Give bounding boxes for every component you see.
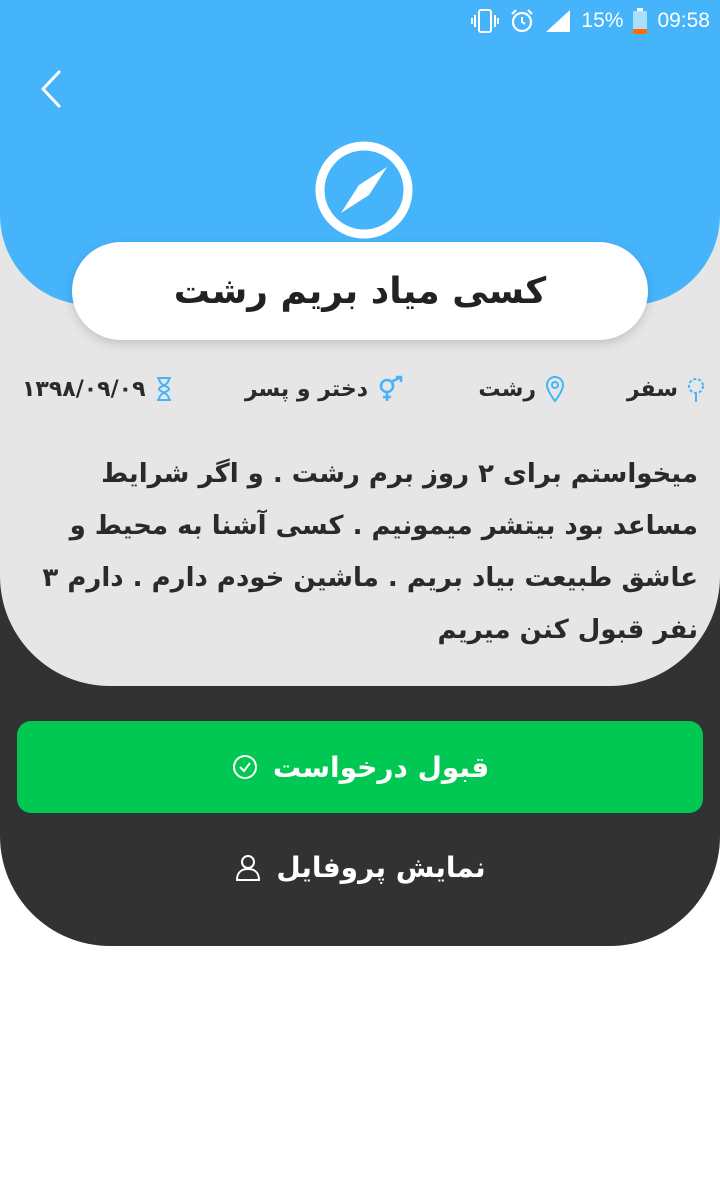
gender-label: دختر و پسر — [244, 376, 368, 402]
post-title-card: کسی میاد بریم رشت — [72, 242, 648, 340]
view-profile-label: نمایش پروفایل — [276, 850, 486, 884]
vibrate-icon — [471, 8, 500, 34]
alarm-icon — [509, 8, 535, 34]
chevron-left-icon — [41, 70, 61, 108]
view-profile-button[interactable]: نمایش پروفایل — [160, 832, 560, 902]
category-tag: سفر — [627, 368, 706, 410]
signal-icon — [545, 9, 571, 33]
back-button[interactable] — [28, 66, 74, 112]
gender-icon — [376, 375, 406, 403]
check-circle-icon — [232, 755, 257, 779]
city-label: رشت — [478, 376, 536, 402]
status-bar: 15% 09:58 — [0, 0, 720, 42]
location-pin-icon — [544, 375, 566, 403]
post-description: میخواستم برای ۲ روز برم رشت . و اگر شرای… — [42, 459, 698, 645]
post-meta: سفر رشت دختر و پسر ۱۳۹۸/۰۹/۰۹ — [22, 368, 706, 410]
clock: 09:58 — [657, 9, 710, 32]
battery-percent: 15% — [581, 9, 624, 32]
category-label: سفر — [626, 376, 678, 402]
screen: 15% 09:58 کسی میاد بریم رشت سفر رشت دختر… — [0, 0, 720, 1193]
battery-icon — [633, 8, 648, 34]
gender-tag: دختر و پسر — [245, 368, 406, 410]
date-tag: ۱۳۹۸/۰۹/۰۹ — [22, 368, 174, 410]
hourglass-icon — [154, 375, 174, 403]
post-title: کسی میاد بریم رشت — [173, 270, 547, 312]
date-label: ۱۳۹۸/۰۹/۰۹ — [22, 376, 146, 402]
balloon-icon — [686, 375, 706, 403]
accept-request-label: قبول درخواست — [272, 750, 490, 784]
user-icon — [236, 855, 261, 881]
city-tag: رشت — [478, 368, 566, 410]
compass-icon — [314, 140, 414, 240]
accept-request-button[interactable]: قبول درخواست — [17, 721, 703, 813]
